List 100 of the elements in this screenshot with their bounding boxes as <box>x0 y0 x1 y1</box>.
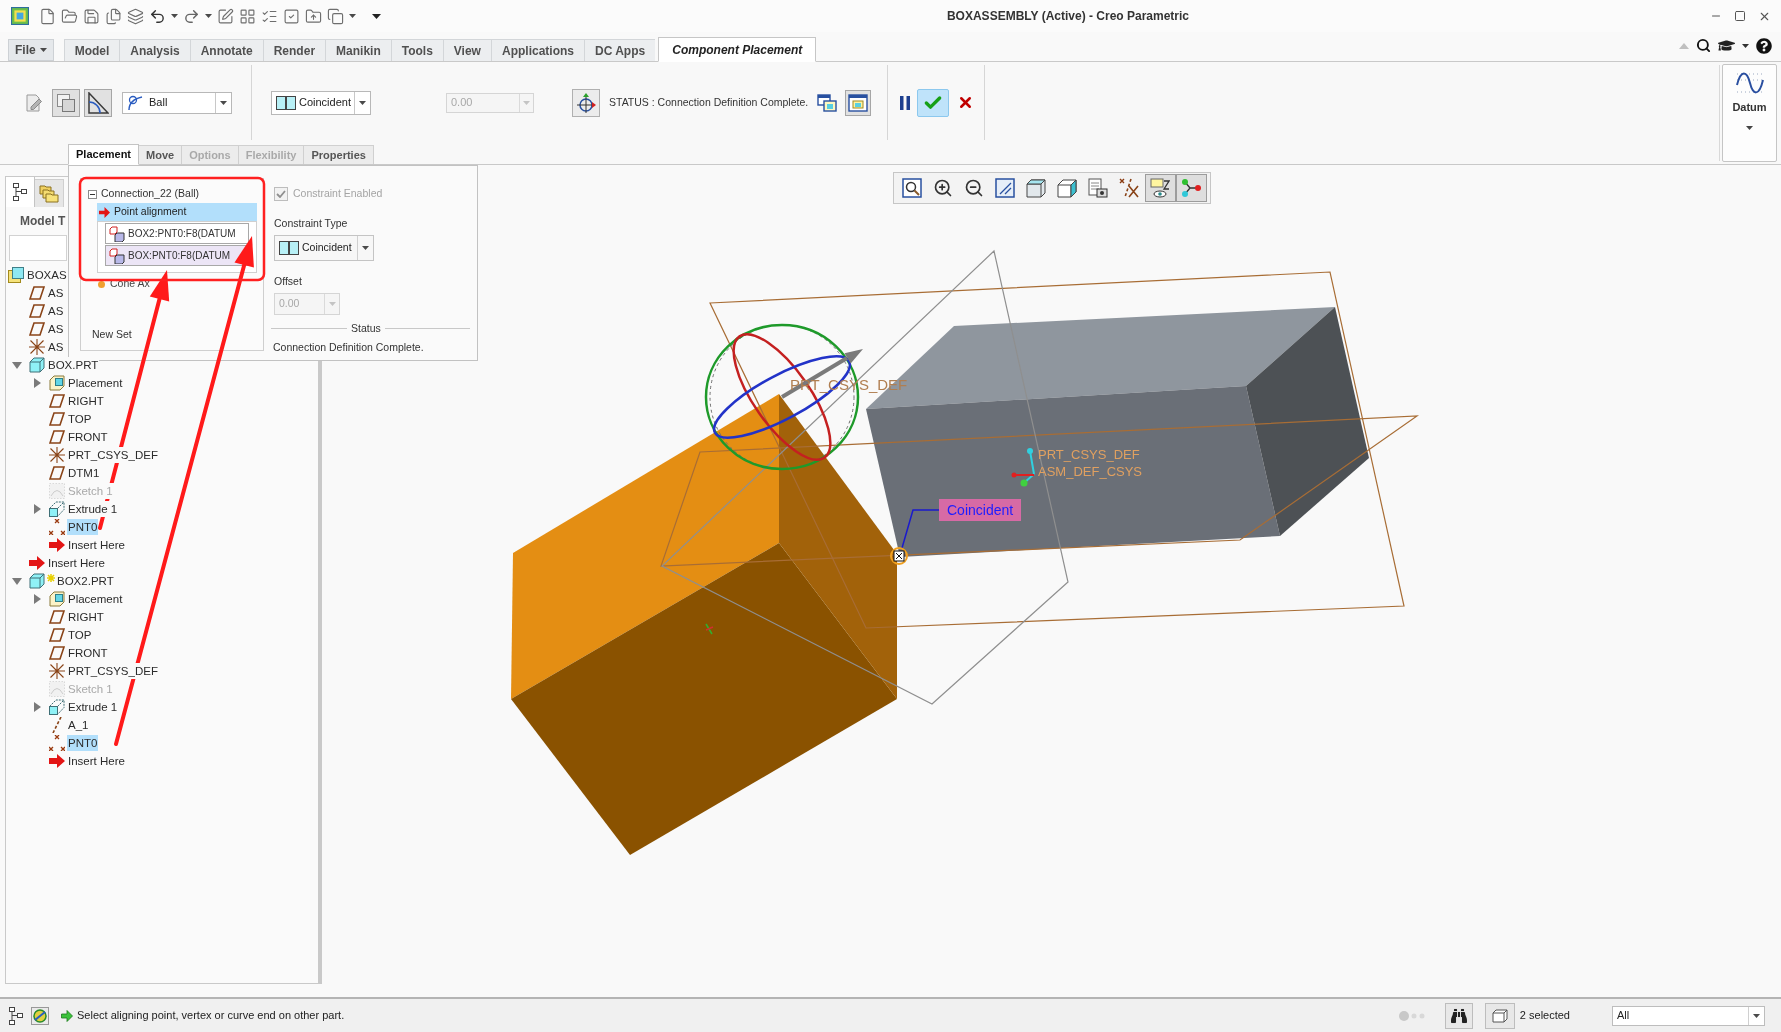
caret-down-icon <box>362 245 369 250</box>
connection-type-dropdown[interactable]: Ball <box>122 91 232 114</box>
caret-down-icon[interactable] <box>372 13 381 19</box>
copy-icon[interactable] <box>105 7 122 25</box>
zoom-in-icon <box>933 178 953 198</box>
datum-button[interactable]: Datum <box>1722 64 1777 162</box>
caret-right-icon[interactable] <box>33 702 41 712</box>
find-button[interactable] <box>1444 1002 1473 1029</box>
open-folder-icon[interactable] <box>61 7 78 25</box>
tree-view-tab[interactable] <box>6 177 35 207</box>
assembly-window-button[interactable] <box>845 89 872 116</box>
folder-up-icon[interactable] <box>305 7 322 25</box>
status-message: Select aligning point, vertex or curve end on other part. <box>77 1008 345 1024</box>
cube-outline-icon <box>1057 178 1077 198</box>
angle-arc-icon <box>87 91 109 114</box>
stacked-squares-icon <box>57 93 75 112</box>
selection-count: 2 selected <box>1519 1008 1570 1024</box>
panel-tab[interactable]: Move <box>139 145 183 164</box>
graduation-cap-icon[interactable] <box>1718 37 1735 54</box>
asterisk-icon <box>47 574 55 582</box>
ribbon-tab[interactable]: View <box>442 39 491 61</box>
field-label: Offset <box>274 273 302 289</box>
zoom-out-icon <box>964 178 984 198</box>
edit-icon[interactable] <box>217 7 234 25</box>
undo-icon[interactable] <box>149 7 166 25</box>
ribbon-tab[interactable]: Manikin <box>325 39 391 61</box>
plane-icon <box>29 285 45 301</box>
note-eye-icon <box>1150 178 1170 198</box>
panel-tab[interactable]: Placement <box>68 144 140 165</box>
constraint-item[interactable]: Point alignment <box>97 203 257 221</box>
globe-icon[interactable] <box>31 1006 49 1025</box>
new-document-icon[interactable] <box>39 7 56 25</box>
box-outline-icon <box>1491 1008 1508 1023</box>
tree-item[interactable]: PRT_CSYS_DEF <box>67 663 159 679</box>
ribbon-tab[interactable]: Component Placement <box>658 37 817 62</box>
squares-toggle-button[interactable] <box>52 88 80 117</box>
extrude-icon <box>49 699 65 715</box>
file-menu-button[interactable]: File <box>8 39 54 61</box>
ribbon-tab[interactable]: DC Apps <box>584 39 656 61</box>
ribbon-tab[interactable]: Model <box>63 39 120 61</box>
move-axes-icon <box>575 91 597 114</box>
annotation-display-button[interactable] <box>1144 174 1176 202</box>
caret-right-icon[interactable] <box>33 504 41 514</box>
plane-icon <box>29 321 45 337</box>
status-text: Connection Definition Complete. <box>273 339 424 355</box>
point-marker <box>890 547 908 565</box>
zoom-to-fit-icon <box>902 178 922 198</box>
extrude-icon <box>49 501 65 517</box>
reference-field[interactable]: BOX:PNT0:F8(DATUM <box>105 245 249 266</box>
collapse-box-icon[interactable] <box>88 189 97 199</box>
redo-icon[interactable] <box>183 7 200 25</box>
help-icon[interactable] <box>1756 37 1772 54</box>
caret-right-icon[interactable] <box>33 378 41 388</box>
ribbon-tab[interactable]: Tools <box>390 39 443 61</box>
windows-icon[interactable] <box>327 7 344 25</box>
plane-icon <box>49 645 65 661</box>
ribbon-tab[interactable]: Analysis <box>119 39 190 61</box>
grid-icon[interactable] <box>239 7 256 25</box>
caret-down-icon <box>328 301 336 306</box>
angle-toggle-button[interactable] <box>84 88 112 117</box>
move-axes-button[interactable] <box>572 88 600 117</box>
filter-dropdown[interactable]: All <box>1612 1005 1765 1026</box>
search-icon[interactable] <box>1696 38 1711 53</box>
caret-down-icon <box>523 100 530 105</box>
ribbon-tab[interactable]: Applications <box>490 39 584 61</box>
maximize-icon[interactable] <box>1734 10 1746 22</box>
layers-icon[interactable] <box>127 7 144 25</box>
connection-label[interactable]: Connection_22 (Ball) <box>101 186 200 202</box>
right-arrow-icon <box>61 1009 73 1022</box>
tree-item[interactable]: PNT0 <box>67 735 99 751</box>
selection-button[interactable] <box>1484 1002 1515 1029</box>
right-arrow-icon <box>99 206 110 218</box>
tree-item[interactable]: PRT_CSYS_DEF <box>67 447 159 463</box>
new-set-link[interactable]: New Set <box>92 327 132 343</box>
tree-structure-icon[interactable] <box>9 1006 23 1025</box>
checkbox-icon[interactable] <box>283 7 300 25</box>
ribbon-tab[interactable]: Annotate <box>189 39 263 61</box>
constraint-tag: Coincident <box>939 499 1022 521</box>
leader-line <box>901 509 940 549</box>
caret-down-icon <box>359 100 366 105</box>
connections-button[interactable] <box>1175 174 1207 202</box>
part-pair-icon <box>109 225 125 242</box>
page-pencil-icon <box>25 93 43 112</box>
placement-icon <box>49 591 65 607</box>
pause-icon[interactable] <box>900 95 911 110</box>
search-field[interactable] <box>9 235 67 261</box>
constraint-type-dropdown[interactable]: Coincident <box>274 234 374 261</box>
table-camera-icon <box>1088 178 1108 198</box>
constraint-type-dropdown[interactable]: Coincident <box>271 90 371 115</box>
plane-icon <box>49 609 65 625</box>
tree-item[interactable]: Extrude 1 <box>67 501 119 517</box>
app-logo-icon[interactable] <box>11 7 29 25</box>
window-pair-icon <box>817 93 838 112</box>
panel-tab[interactable]: Properties <box>304 145 374 164</box>
reference-field[interactable]: BOX2:PNT0:F8(DATUM <box>105 223 249 244</box>
tree-item[interactable]: PNT0 <box>67 519 99 535</box>
ribbon-tab[interactable]: Render <box>262 39 326 61</box>
caret-right-icon[interactable] <box>33 594 41 604</box>
plane-icon <box>49 411 65 427</box>
confirm-button[interactable] <box>917 88 950 117</box>
